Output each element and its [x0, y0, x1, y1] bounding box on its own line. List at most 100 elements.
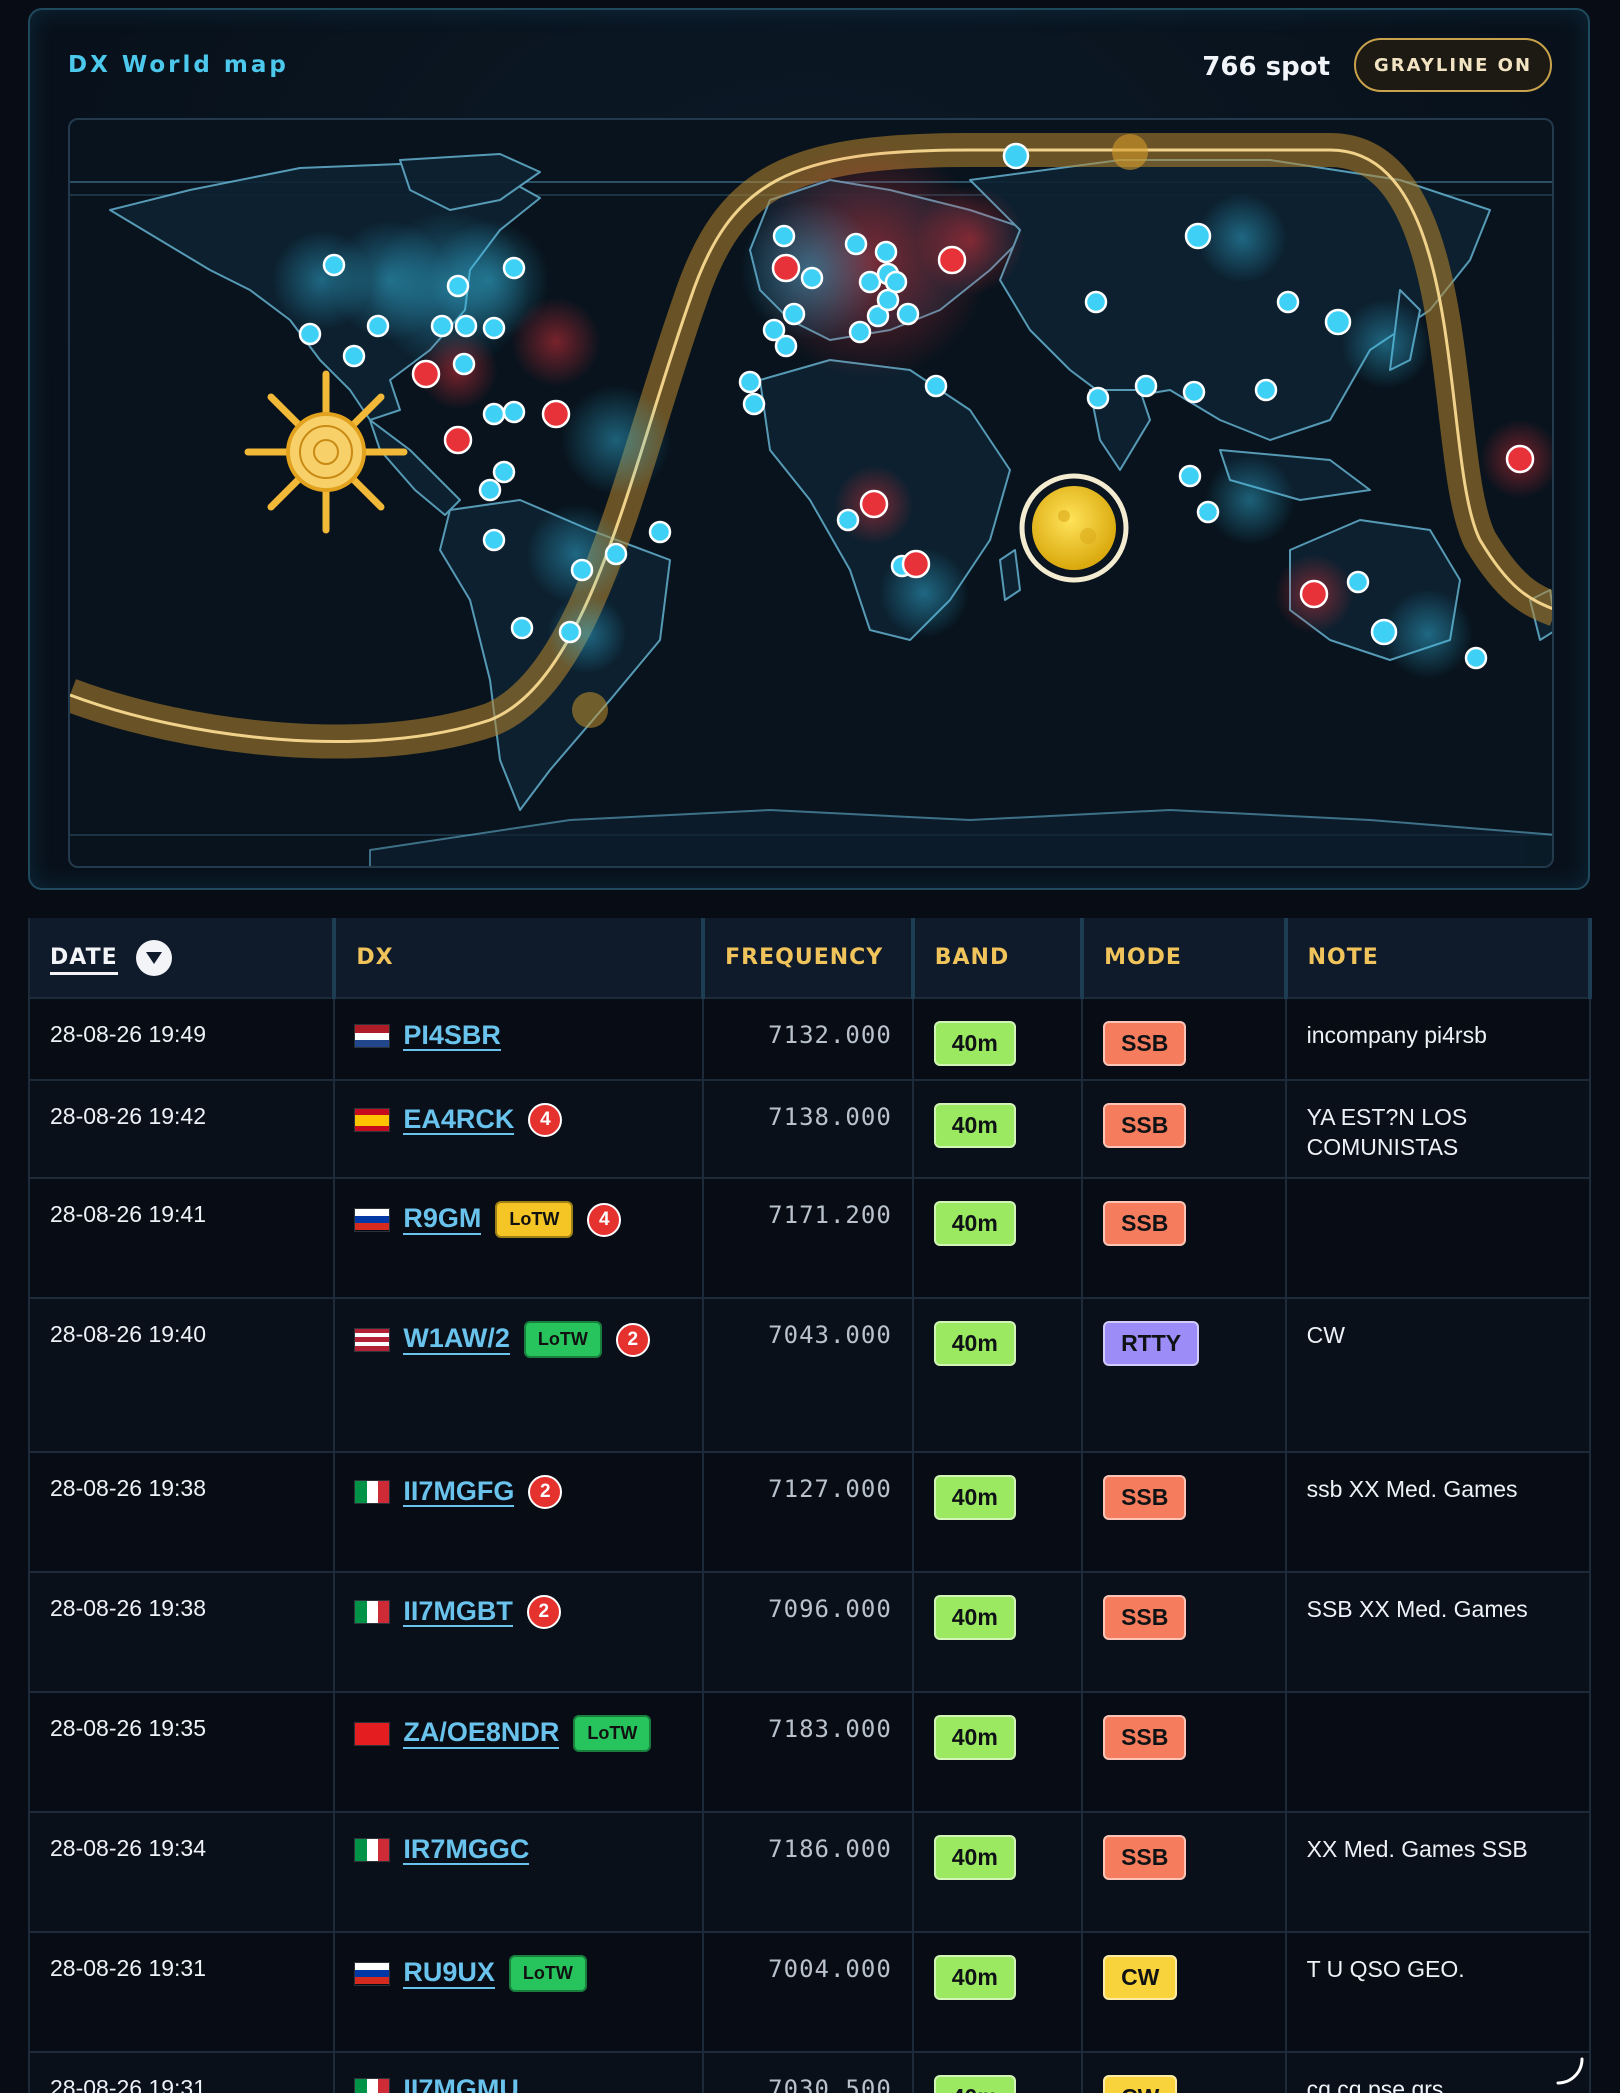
- spot-marker: [848, 320, 872, 344]
- spot-marker: [298, 322, 322, 346]
- dx-callsign-link[interactable]: PI4SBR: [403, 1021, 501, 1052]
- table-row[interactable]: 28-08-26 19:35 ZA/OE8NDR LoTW 7183.000 40m SS…: [30, 1692, 1592, 1813]
- cell-dx: II7MGBT 2: [334, 1572, 705, 1693]
- spot-marker: [482, 402, 506, 426]
- spot-marker: [510, 616, 534, 640]
- spot-marker: [859, 489, 889, 519]
- dx-callsign-link[interactable]: EA4RCK: [403, 1104, 515, 1136]
- table-row[interactable]: 28-08-26 19:42 EA4RCK 4 7138.000 40m SSB YA ES…: [30, 1080, 1592, 1179]
- spot-marker: [901, 549, 931, 579]
- dx-callsign-link[interactable]: IR7MGGC: [403, 1835, 530, 1866]
- band-badge: 40m: [933, 1715, 1016, 1760]
- cell-dx: IR7MGGC: [334, 1812, 705, 1933]
- cell-mode: SSB: [1082, 1572, 1287, 1693]
- dx-callsign-link[interactable]: II7MGBT: [403, 1596, 513, 1628]
- cell-note: cq cq pse qrs: [1285, 2052, 1592, 2093]
- spot-marker: [874, 240, 898, 264]
- spot-marker: [366, 314, 390, 338]
- cell-mode: SSB: [1082, 1452, 1287, 1573]
- cell-frequency[interactable]: 7043.000: [703, 1298, 914, 1453]
- dx-callsign-link[interactable]: RU9UX: [403, 1958, 495, 1989]
- flag-italy-icon: [355, 1839, 390, 1862]
- spot-marker: [1464, 646, 1488, 670]
- spot-marker: [482, 316, 506, 340]
- cell-mode: SSB: [1082, 1692, 1287, 1813]
- cell-date: 28-08-26 19:49: [30, 998, 336, 1081]
- spot-marker: [342, 344, 366, 368]
- spot-marker: [558, 620, 582, 644]
- table-header-row: DATE DX FREQUENCY BAND MODE NOTE: [30, 918, 1592, 999]
- column-header-date-label: DATE: [50, 944, 118, 975]
- cell-dx: PI4SBR: [334, 998, 705, 1081]
- mode-badge: SSB: [1103, 1475, 1187, 1520]
- spot-marker: [478, 478, 502, 502]
- spot-count: 766 spot: [1202, 52, 1330, 82]
- spot-marker: [1505, 444, 1535, 474]
- spot-marker: [774, 334, 798, 358]
- column-header-frequency[interactable]: FREQUENCY: [703, 918, 915, 999]
- band-badge: 40m: [933, 1595, 1016, 1640]
- world-map-panel: DX World map 766 spot GRAYLINE ON: [28, 8, 1590, 890]
- cell-note: [1285, 1692, 1592, 1813]
- table-row[interactable]: 28-08-26 19:49 PI4SBR 7132.000 40m SSB incomp…: [30, 998, 1592, 1081]
- cell-frequency[interactable]: 7183.000: [703, 1692, 914, 1813]
- table-row[interactable]: 28-08-26 19:40 W1AW/2 LoTW 2 7043.000 40m RTTY…: [30, 1298, 1592, 1453]
- cell-date: 28-08-26 19:35: [30, 1692, 336, 1813]
- table-row[interactable]: 28-08-26 19:38 II7MGBT 2 7096.000 40m SSB SSB …: [30, 1572, 1592, 1693]
- spot-count-badge: 2: [528, 1475, 563, 1509]
- table-row[interactable]: 28-08-26 19:31 II7MGMU 7030.500 40m CW cq cq …: [30, 2052, 1592, 2093]
- spot-marker: [1184, 222, 1212, 250]
- spot-marker: [1084, 290, 1108, 314]
- cell-frequency[interactable]: 7030.500: [703, 2052, 914, 2093]
- dx-callsign-link[interactable]: II7MGFG: [403, 1476, 515, 1508]
- cell-frequency[interactable]: 7132.000: [703, 998, 914, 1081]
- world-map[interactable]: [68, 118, 1554, 868]
- cell-mode: SSB: [1082, 1812, 1287, 1933]
- cell-dx: RU9UX LoTW: [334, 1932, 705, 2053]
- column-header-date[interactable]: DATE: [30, 918, 337, 999]
- cell-frequency[interactable]: 7171.200: [703, 1178, 914, 1299]
- flag-italy-icon: [355, 1601, 390, 1623]
- spot-marker: [443, 425, 473, 455]
- dx-callsign-link[interactable]: II7MGMU: [403, 2075, 519, 2093]
- band-badge: 40m: [933, 2075, 1016, 2093]
- spot-marker: [1086, 386, 1110, 410]
- cell-note: XX Med. Games SSB: [1285, 1812, 1592, 1933]
- table-row[interactable]: 28-08-26 19:34 IR7MGGC 7186.000 40m SSB XX Me…: [30, 1812, 1592, 1933]
- table-row[interactable]: 28-08-26 19:41 R9GM LoTW 4 7171.200 40m SSB: [30, 1178, 1592, 1299]
- cell-frequency[interactable]: 7138.000: [703, 1080, 914, 1179]
- flag-russia-icon: [355, 1208, 390, 1231]
- spot-marker: [772, 224, 796, 248]
- cell-note: CW: [1285, 1298, 1592, 1453]
- table-row[interactable]: 28-08-26 19:38 II7MGFG 2 7127.000 40m SSB ssb …: [30, 1452, 1592, 1573]
- grayline-toggle-button[interactable]: GRAYLINE ON: [1354, 38, 1552, 92]
- band-badge: 40m: [933, 1955, 1016, 2000]
- cell-frequency[interactable]: 7127.000: [703, 1452, 914, 1573]
- cell-band: 40m: [912, 1812, 1084, 1933]
- lotw-badge: LoTW: [508, 1955, 587, 1992]
- cell-date: 28-08-26 19:34: [30, 1812, 336, 1933]
- cell-frequency[interactable]: 7096.000: [703, 1572, 914, 1693]
- flag-netherlands-icon: [355, 1025, 390, 1048]
- map-title: DX World map: [68, 52, 289, 78]
- spot-count-badge: 4: [528, 1103, 563, 1137]
- dx-callsign-link[interactable]: ZA/OE8NDR: [403, 1718, 560, 1749]
- cell-mode: CW: [1082, 1932, 1287, 2053]
- column-header-dx[interactable]: DX: [334, 918, 706, 999]
- cell-date: 28-08-26 19:40: [30, 1298, 336, 1453]
- column-header-band[interactable]: BAND: [912, 918, 1085, 999]
- sort-desc-icon[interactable]: [136, 939, 173, 976]
- spot-marker: [1276, 290, 1300, 314]
- column-header-mode[interactable]: MODE: [1082, 918, 1288, 999]
- loading-spinner-icon: [1556, 2057, 1584, 2085]
- cell-frequency[interactable]: 7186.000: [703, 1812, 914, 1933]
- dx-callsign-link[interactable]: R9GM: [403, 1204, 482, 1235]
- flag-russia-icon: [355, 1962, 390, 1985]
- cell-frequency[interactable]: 7004.000: [703, 1932, 914, 2053]
- cell-dx: EA4RCK 4: [334, 1080, 705, 1179]
- dx-callsign-link[interactable]: W1AW/2: [403, 1324, 510, 1355]
- spot-marker: [541, 399, 571, 429]
- table-row[interactable]: 28-08-26 19:31 RU9UX LoTW 7004.000 40m CW T U …: [30, 1932, 1592, 2053]
- column-header-note[interactable]: NOTE: [1285, 918, 1592, 999]
- cell-dx: II7MGMU: [334, 2052, 705, 2093]
